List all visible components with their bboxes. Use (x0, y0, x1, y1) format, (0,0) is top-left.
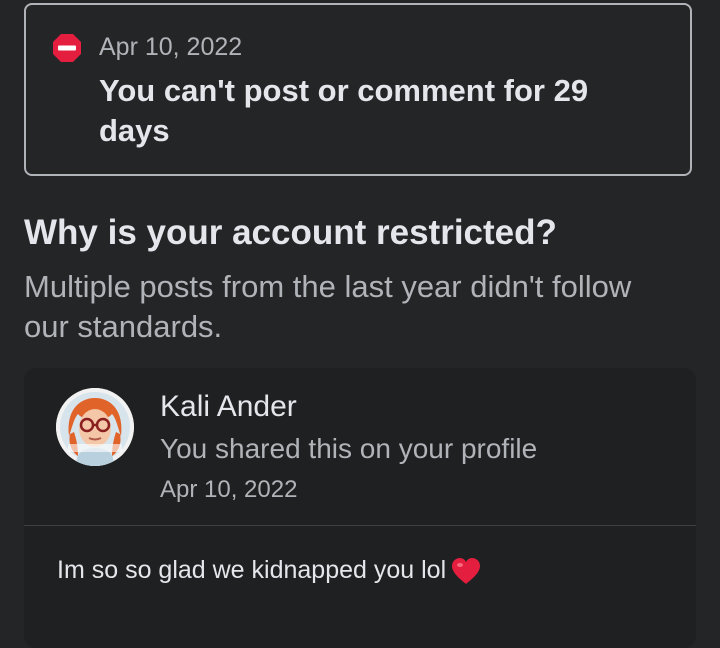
avatar[interactable] (56, 388, 134, 466)
section-heading: Why is your account restricted? (24, 213, 557, 252)
restriction-card: Apr 10, 2022 You can't post or comment f… (24, 3, 692, 176)
restriction-message: You can't post or comment for 29 days (99, 73, 589, 148)
post-text: Im so so glad we kidnapped you lol (57, 556, 447, 584)
stop-icon (53, 34, 81, 62)
share-context: You shared this on your profile (160, 433, 538, 464)
post-card[interactable]: Kali Ander You shared this on your profi… (24, 368, 696, 648)
post-date: Apr 10, 2022 (160, 476, 298, 503)
heart-icon (452, 557, 481, 584)
post-body: Im so so glad we kidnapped you lol (57, 556, 481, 585)
author-name[interactable]: Kali Ander (160, 390, 297, 424)
divider (24, 525, 696, 526)
section-explanation: Multiple posts from the last year didn't… (24, 269, 632, 344)
restriction-date: Apr 10, 2022 (99, 33, 243, 61)
profile-photo-icon (56, 388, 134, 466)
